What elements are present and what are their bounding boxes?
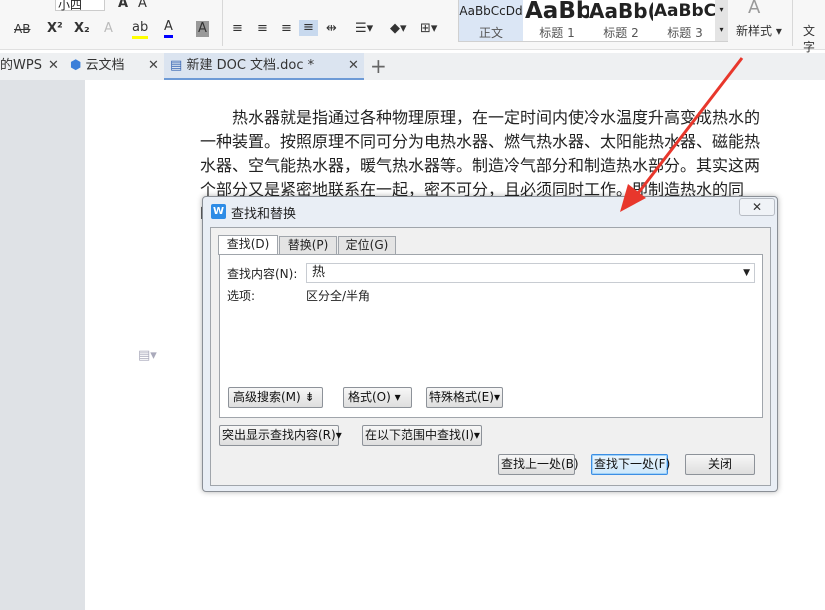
red-arrow-annotation bbox=[620, 57, 744, 212]
arrow-shaft bbox=[634, 57, 744, 197]
